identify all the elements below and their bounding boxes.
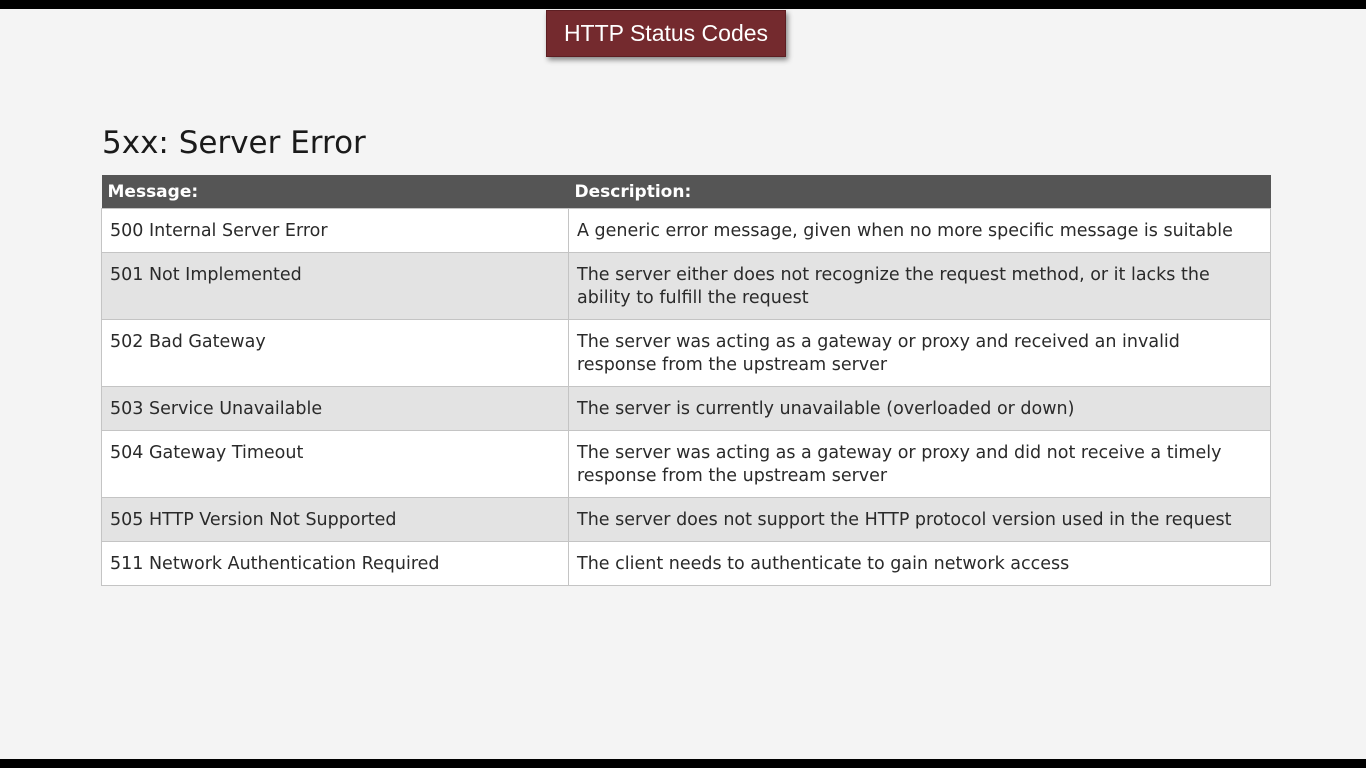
message-cell: 504 Gateway Timeout: [101, 430, 569, 498]
table-row: 501 Not Implemented The server either do…: [101, 252, 1271, 320]
table-row: 505 HTTP Version Not Supported The serve…: [101, 497, 1271, 542]
description-cell: The server was acting as a gateway or pr…: [568, 319, 1271, 387]
message-cell: 501 Not Implemented: [101, 252, 569, 320]
table-row: 504 Gateway Timeout The server was actin…: [101, 430, 1271, 498]
table-header: Message: Description:: [101, 175, 1271, 209]
table-row: 503 Service Unavailable The server is cu…: [101, 386, 1271, 431]
message-cell: 500 Internal Server Error: [101, 208, 569, 253]
table-row: 500 Internal Server Error A generic erro…: [101, 208, 1271, 253]
message-cell: 505 HTTP Version Not Supported: [101, 497, 569, 542]
description-cell: The server is currently unavailable (ove…: [568, 386, 1271, 431]
description-cell: A generic error message, given when no m…: [568, 208, 1271, 253]
description-cell: The server does not support the HTTP pro…: [568, 497, 1271, 542]
message-cell: 511 Network Authentication Required: [101, 541, 569, 586]
section-heading: 5xx: Server Error: [102, 125, 366, 161]
slide-title-banner: HTTP Status Codes: [546, 10, 786, 57]
description-cell: The server was acting as a gateway or pr…: [568, 430, 1271, 498]
table-header-row: Message: Description:: [101, 175, 1271, 209]
slide: HTTP Status Codes 5xx: Server Error Mess…: [0, 9, 1366, 759]
message-cell: 502 Bad Gateway: [101, 319, 569, 387]
table-row: 511 Network Authentication Required The …: [101, 541, 1271, 586]
table-row: 502 Bad Gateway The server was acting as…: [101, 319, 1271, 387]
status-codes-table: Message: Description: 500 Internal Serve…: [101, 175, 1271, 586]
description-cell: The server either does not recognize the…: [568, 252, 1271, 320]
column-header-message: Message:: [101, 175, 569, 209]
table-body: 500 Internal Server Error A generic erro…: [101, 208, 1271, 586]
description-cell: The client needs to authenticate to gain…: [568, 541, 1271, 586]
message-cell: 503 Service Unavailable: [101, 386, 569, 431]
column-header-description: Description:: [568, 175, 1271, 209]
